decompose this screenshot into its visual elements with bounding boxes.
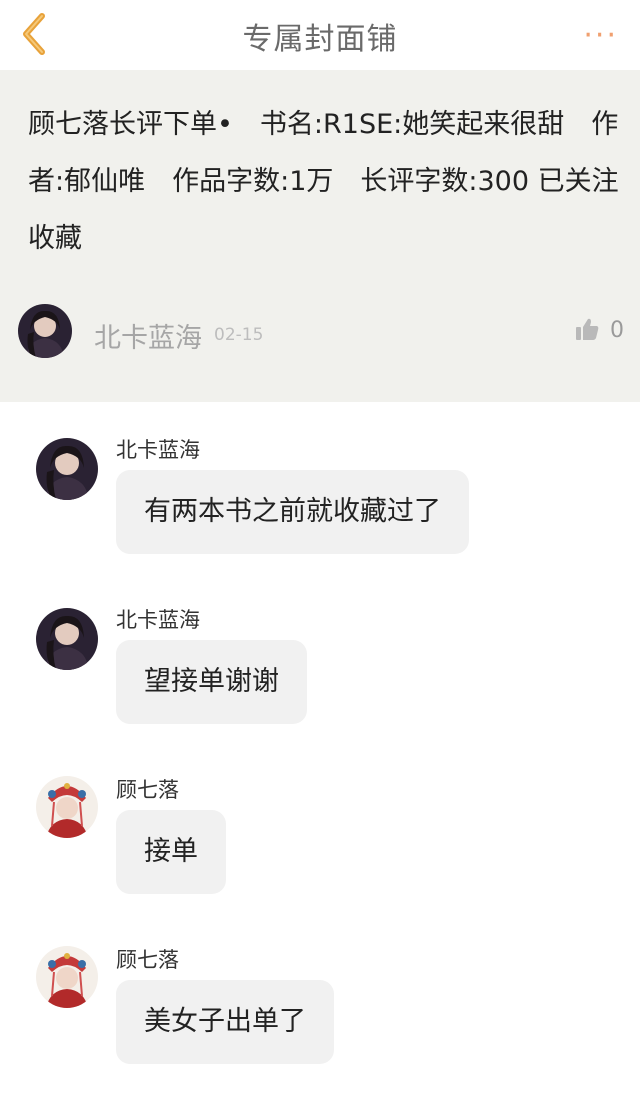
comment-bubble: 有两本书之前就收藏过了: [116, 470, 469, 554]
more-options-button[interactable]: ···: [583, 18, 618, 53]
comment-author-name[interactable]: 顾七落: [116, 774, 179, 804]
thumbs-up-icon[interactable]: [574, 316, 600, 342]
avatar[interactable]: [36, 946, 98, 1008]
comment-bubble: 接单: [116, 810, 226, 894]
avatar[interactable]: [36, 776, 98, 838]
post-author-name[interactable]: 北卡蓝海: [94, 316, 202, 355]
comment-author-name[interactable]: 顾七落: [116, 944, 179, 974]
comment-author-name[interactable]: 北卡蓝海: [116, 434, 200, 464]
avatar[interactable]: [36, 438, 98, 500]
comment-bubble: 美女子出单了: [116, 980, 334, 1064]
avatar[interactable]: [18, 304, 72, 358]
comment-author-name[interactable]: 北卡蓝海: [116, 604, 200, 634]
post-body-text: 顾七落长评下单• 书名:R1SE:她笑起来很甜 作者:郁仙唯 作品字数:1万 长…: [28, 109, 619, 254]
comment-bubble: 望接单谢谢: [116, 640, 307, 724]
original-post: 顾七落长评下单• 书名:R1SE:她笑起来很甜 作者:郁仙唯 作品字数:1万 长…: [0, 70, 640, 402]
top-nav-bar: 专属封面铺 ···: [0, 0, 640, 71]
page-title: 专属封面铺: [242, 22, 398, 57]
avatar[interactable]: [36, 608, 98, 670]
post-date: 02-15: [214, 325, 264, 345]
like-count: 0: [610, 318, 624, 343]
